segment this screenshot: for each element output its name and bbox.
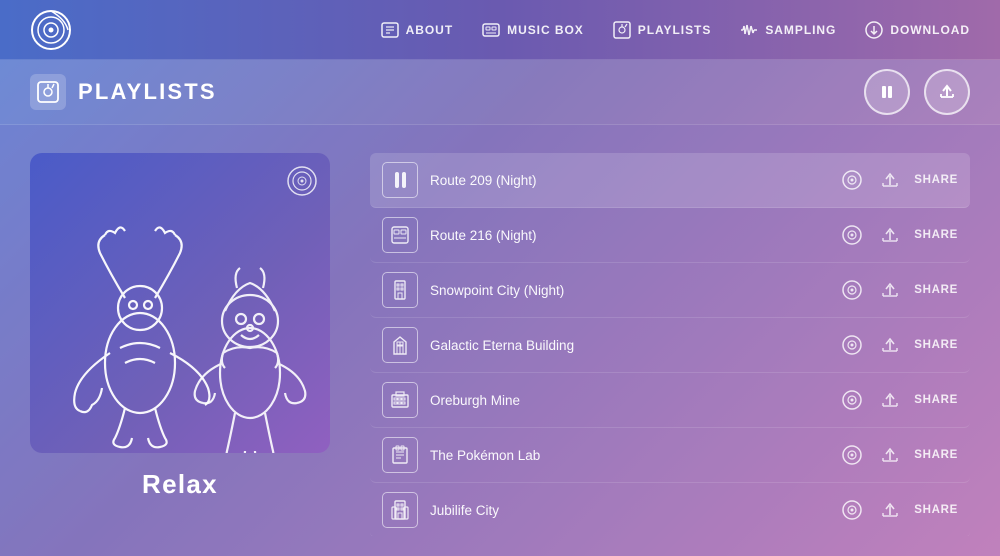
track-5-name: Oreburgh Mine xyxy=(430,393,826,408)
main-content: Relax Route 209 (Night) xyxy=(0,125,1000,556)
nav-label-download: DOWNLOAD xyxy=(890,23,970,37)
pause-icon xyxy=(878,83,896,101)
track-row[interactable]: Galactic Eterna Building xyxy=(370,318,970,373)
track-5-actions: SHARE xyxy=(838,386,958,414)
playlists-nav-icon xyxy=(612,20,632,40)
track-list: Route 209 (Night) xyxy=(370,153,970,536)
track-row[interactable]: Route 216 (Night) xyxy=(370,208,970,263)
playing-indicator xyxy=(395,172,406,188)
nav-label-sampling: SAMPLING xyxy=(765,23,836,37)
track-1-share-label[interactable]: SHARE xyxy=(914,174,958,186)
track-2-loop-icon[interactable] xyxy=(838,221,866,249)
playlist-page-icon xyxy=(30,74,66,110)
track-1-share-icon[interactable] xyxy=(876,166,904,194)
nav-item-musicbox[interactable]: MUsIC BoX xyxy=(481,20,584,40)
track-4-icon xyxy=(382,327,418,363)
track-1-loop-icon[interactable] xyxy=(838,166,866,194)
track-7-actions: SHARE xyxy=(838,496,958,524)
track-row[interactable]: Route 209 (Night) xyxy=(370,153,970,208)
track-5-icon xyxy=(382,382,418,418)
main-header: ABOUT MUsIC BoX PLAYLISTS xyxy=(0,0,1000,60)
page-controls xyxy=(864,69,970,115)
track-6-share-label[interactable]: SHARE xyxy=(914,449,958,461)
track-7-loop-icon[interactable] xyxy=(838,496,866,524)
musicbox-icon xyxy=(481,20,501,40)
pause-button[interactable] xyxy=(864,69,910,115)
track-5-share-icon[interactable] xyxy=(876,386,904,414)
track-2-share-label[interactable]: SHARE xyxy=(914,229,958,241)
nav-label-playlists: PLAYLISTS xyxy=(638,23,712,37)
track-1-actions: SHARE xyxy=(838,166,958,194)
track-4-actions: SHARE xyxy=(838,331,958,359)
pokemon-art xyxy=(30,153,330,453)
page-header: PLAYLISTS xyxy=(0,60,1000,125)
track-3-name: Snowpoint City (Night) xyxy=(430,283,826,298)
track-row[interactable]: Snowpoint City (Night) xyxy=(370,263,970,318)
nav-item-about[interactable]: ABOUT xyxy=(380,20,453,40)
track-3-share-label[interactable]: SHARE xyxy=(914,284,958,296)
track-4-share-icon[interactable] xyxy=(876,331,904,359)
track-6-loop-icon[interactable] xyxy=(838,441,866,469)
share-button[interactable] xyxy=(924,69,970,115)
page-title: PLAYLISTS xyxy=(78,79,217,105)
track-4-name: Galactic Eterna Building xyxy=(430,338,826,353)
logo[interactable] xyxy=(30,9,72,51)
track-2-name: Route 216 (Night) xyxy=(430,228,826,243)
track-3-actions: SHARE xyxy=(838,276,958,304)
track-row[interactable]: Jubilife City xyxy=(370,483,970,536)
logo-spiral-icon xyxy=(30,9,72,51)
track-2-share-icon[interactable] xyxy=(876,221,904,249)
nav-item-sampling[interactable]: SAMPLING xyxy=(739,20,836,40)
track-6-share-icon[interactable] xyxy=(876,441,904,469)
track-4-loop-icon[interactable] xyxy=(838,331,866,359)
page-title-group: PLAYLISTS xyxy=(30,74,217,110)
track-5-share-label[interactable]: SHARE xyxy=(914,394,958,406)
track-row[interactable]: Oreburgh Mine xyxy=(370,373,970,428)
nav-item-download[interactable]: DOWNLOAD xyxy=(864,20,970,40)
track-6-name: The Pokémon Lab xyxy=(430,448,826,463)
track-7-name: Jubilife City xyxy=(430,503,826,518)
track-3-share-icon[interactable] xyxy=(876,276,904,304)
track-3-icon xyxy=(382,272,418,308)
track-7-share-icon[interactable] xyxy=(876,496,904,524)
track-7-share-label[interactable]: SHARE xyxy=(914,504,958,516)
share-icon xyxy=(938,83,956,101)
track-row[interactable]: The Pokémon Lab xyxy=(370,428,970,483)
top-nav: ABOUT MUsIC BoX PLAYLISTS xyxy=(380,20,970,40)
sampling-icon xyxy=(739,20,759,40)
left-panel: Relax xyxy=(30,153,330,536)
track-1-name: Route 209 (Night) xyxy=(430,173,826,188)
track-6-icon xyxy=(382,437,418,473)
nav-label-musicbox: MUsIC BoX xyxy=(507,23,584,37)
nav-item-playlists[interactable]: PLAYLISTS xyxy=(612,20,712,40)
track-1-icon xyxy=(382,162,418,198)
playlist-icon-svg xyxy=(36,80,60,104)
track-5-loop-icon[interactable] xyxy=(838,386,866,414)
nav-label-about: ABOUT xyxy=(406,23,453,37)
track-3-loop-icon[interactable] xyxy=(838,276,866,304)
album-title: Relax xyxy=(142,469,218,500)
about-icon xyxy=(380,20,400,40)
track-2-icon xyxy=(382,217,418,253)
track-4-share-label[interactable]: SHARE xyxy=(914,339,958,351)
download-icon xyxy=(864,20,884,40)
track-7-icon xyxy=(382,492,418,528)
track-6-actions: SHARE xyxy=(838,441,958,469)
track-2-actions: SHARE xyxy=(838,221,958,249)
album-art xyxy=(30,153,330,453)
